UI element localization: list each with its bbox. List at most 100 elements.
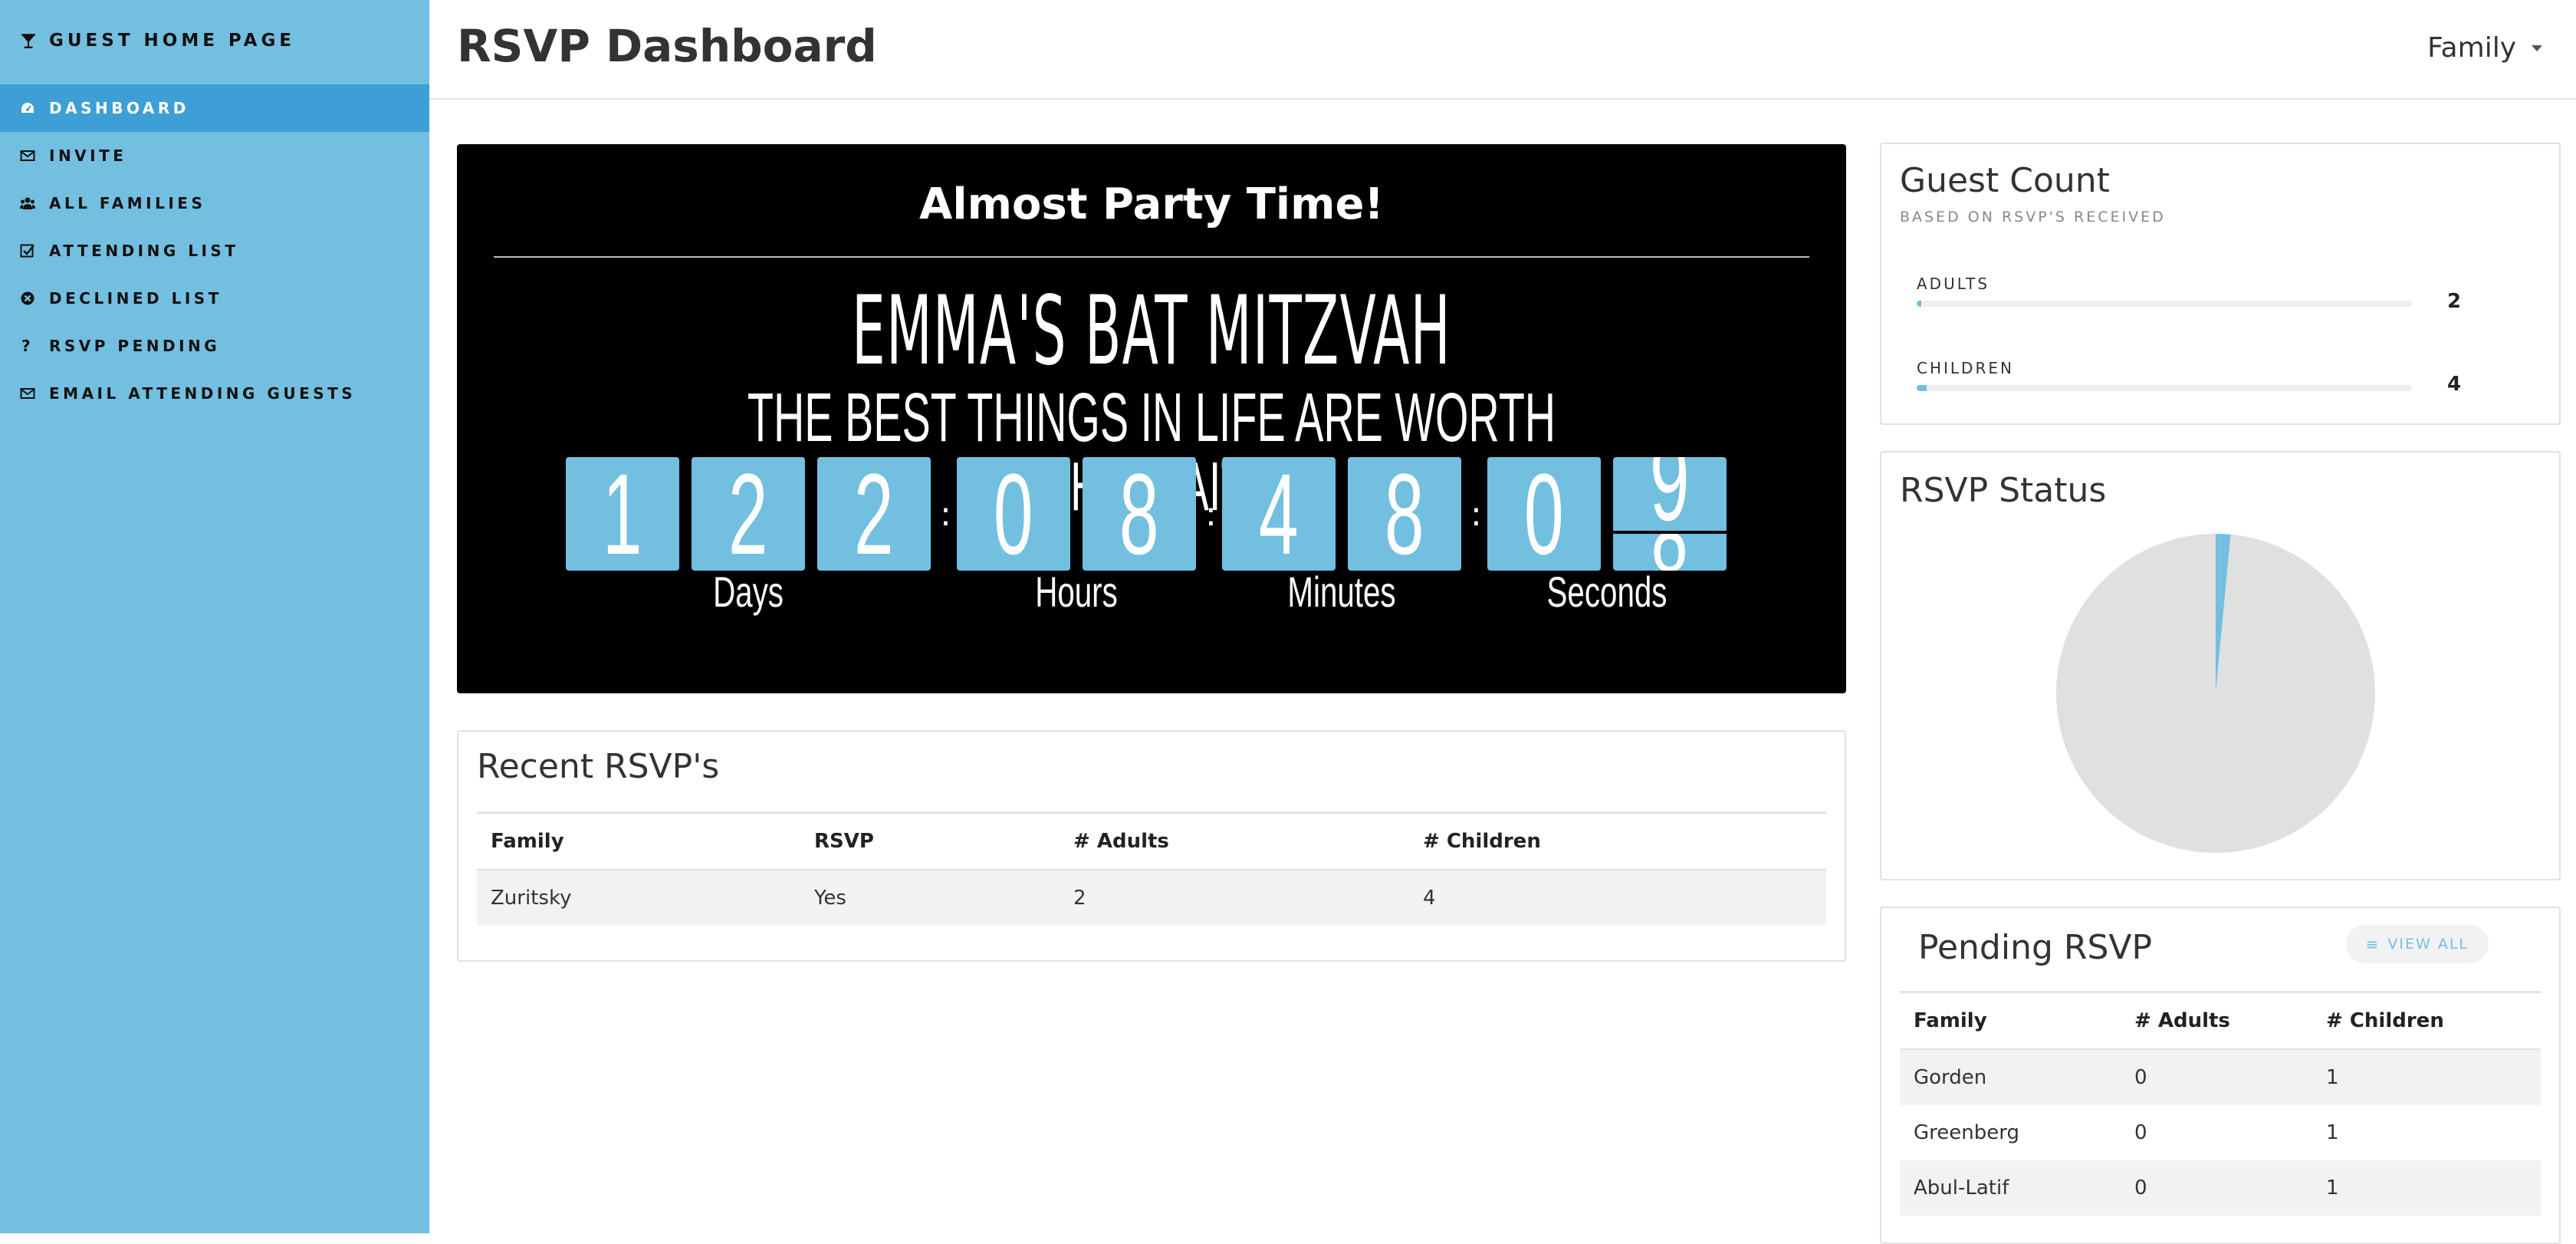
pending-rsvp-panel: Pending RSVP ≡ View All Family # Adults … — [1880, 907, 2561, 1244]
event-title: EMMA'S BAT MITZVAH — [852, 276, 1451, 387]
guest-count-children-value: 4 — [2447, 373, 2462, 396]
envelope-icon — [20, 150, 35, 161]
cocktail-icon — [21, 34, 36, 48]
progress-fill — [1917, 385, 1927, 391]
table-cell: 0 — [2134, 1121, 2147, 1144]
countdown-digit: 4 — [1222, 457, 1336, 571]
view-all-label: View All — [2387, 936, 2469, 953]
countdown-heading: Almost Party Time! — [919, 179, 1384, 229]
sidebar-item-declined-list[interactable]: Declined List — [0, 275, 429, 322]
flip-bottom: 8 — [1613, 534, 1727, 571]
guest-count-panel: Guest Count Based on RSVP's received Adu… — [1880, 143, 2561, 425]
countdown-digit-flipping: 9 8 — [1613, 457, 1727, 571]
sidebar-brand-label: Guest Home Page — [49, 31, 296, 51]
countdown-separator: : — [1470, 495, 1482, 534]
times-circle-icon — [21, 291, 34, 305]
table-row[interactable]: Gorden 0 1 — [1900, 1049, 2541, 1105]
table-cell: Gorden — [1914, 1066, 1987, 1089]
users-icon — [20, 197, 35, 209]
pending-rsvp-title: Pending RSVP — [1918, 928, 2153, 967]
table-cell: 1 — [2326, 1066, 2339, 1089]
guest-count-children-label: Children — [1917, 359, 2014, 377]
table-header-row: Family RSVP # Adults # Children — [477, 812, 1826, 870]
countdown-digit: 0 — [957, 457, 1070, 571]
table-row[interactable]: Greenberg 0 1 — [1900, 1105, 2541, 1160]
sidebar-item-label: All Families — [49, 194, 206, 212]
view-all-button[interactable]: ≡ View All — [2345, 925, 2489, 963]
countdown-label-days: Days — [713, 568, 784, 616]
table-cell: 4 — [1423, 887, 1436, 910]
table-row[interactable]: Zuritsky Yes 2 4 — [477, 870, 1826, 926]
pie-slice-1[interactable] — [2056, 534, 2375, 853]
rsvp-status-pie-chart — [2056, 534, 2375, 853]
recent-rsvps-title: Recent RSVP's — [477, 747, 720, 786]
progress-fill — [1917, 301, 1922, 307]
countdown-label-hours: Hours — [1035, 568, 1118, 616]
sidebar-item-label: Invite — [49, 146, 127, 165]
table-cell: Greenberg — [1914, 1121, 2019, 1144]
column-header[interactable]: # Children — [1409, 813, 1826, 870]
sidebar-item-dashboard[interactable]: Dashboard — [0, 84, 429, 132]
countdown-label-seconds: Seconds — [1546, 568, 1668, 616]
user-menu-label: Family — [2427, 32, 2516, 64]
guest-count-subtitle: Based on RSVP's received — [1900, 209, 2166, 225]
sidebar-item-label: Dashboard — [49, 99, 189, 117]
sidebar-item-label: RSVP Pending — [49, 337, 221, 355]
countdown-digit: 8 — [1348, 457, 1461, 571]
countdown-digit: 0 — [1487, 457, 1601, 571]
sidebar: Guest Home Page Dashboard Invite — [0, 0, 429, 1233]
countdown-digit: 2 — [817, 457, 931, 571]
sidebar-item-rsvp-pending[interactable]: ? RSVP Pending — [0, 322, 429, 370]
countdown-digit: 1 — [566, 457, 679, 571]
question-icon: ? — [21, 337, 34, 355]
sidebar-item-all-families[interactable]: All Families — [0, 179, 429, 227]
countdown-digit: 2 — [692, 457, 805, 571]
sidebar-item-label: Email Attending Guests — [49, 384, 356, 403]
table-cell: 1 — [2326, 1121, 2339, 1144]
table-row[interactable]: Abul-Latif 0 1 — [1900, 1160, 2541, 1216]
table-cell: Abul-Latif — [1914, 1177, 2009, 1200]
recent-rsvps-panel: Recent RSVP's Family RSVP # Adults # Chi… — [457, 730, 1846, 962]
sidebar-item-label: Declined List — [49, 289, 222, 308]
column-header[interactable]: RSVP — [800, 813, 1060, 870]
rsvp-status-title: RSVP Status — [1900, 471, 2107, 510]
column-header[interactable]: # Adults — [1060, 813, 1409, 870]
page-title: RSVP Dashboard — [457, 20, 877, 72]
sidebar-item-label: Attending List — [49, 242, 239, 260]
list-icon: ≡ — [2365, 935, 2380, 953]
pending-rsvp-table: Family # Adults # Children Gorden 0 1 Gr… — [1900, 991, 2541, 1216]
column-header[interactable]: Family — [1900, 992, 2121, 1050]
column-header[interactable]: # Adults — [2121, 992, 2312, 1050]
countdown-separator: : — [940, 495, 951, 534]
table-cell: 2 — [1073, 887, 1086, 910]
table-cell: Zuritsky — [491, 887, 572, 910]
sidebar-item-attending-list[interactable]: Attending List — [0, 227, 429, 275]
check-square-icon — [20, 244, 34, 258]
guest-count-title: Guest Count — [1900, 161, 2110, 200]
children-progress-bar — [1917, 385, 2412, 391]
sidebar-menu: Dashboard Invite All Families — [0, 84, 429, 417]
guest-count-adults-value: 2 — [2447, 290, 2462, 313]
column-header[interactable]: Family — [477, 813, 800, 870]
countdown-digit: 8 — [1083, 457, 1196, 571]
caret-down-icon — [2532, 44, 2542, 51]
countdown-separator: : — [1205, 495, 1217, 534]
table-cell: Yes — [814, 887, 846, 910]
column-header[interactable]: # Children — [2312, 992, 2541, 1050]
sidebar-item-invite[interactable]: Invite — [0, 132, 429, 179]
user-menu-dropdown[interactable]: Family — [2427, 32, 2542, 64]
guest-count-adults-label: Adults — [1917, 275, 1990, 293]
countdown-divider — [494, 256, 1809, 258]
sidebar-item-email-attending-guests[interactable]: Email Attending Guests — [0, 370, 429, 417]
flip-top: 9 — [1613, 457, 1727, 531]
rsvp-status-panel: RSVP Status — [1880, 451, 2561, 880]
table-header-row: Family # Adults # Children — [1900, 992, 2541, 1050]
envelope-icon — [20, 388, 35, 399]
sidebar-brand[interactable]: Guest Home Page — [20, 28, 295, 54]
table-cell: 0 — [2134, 1177, 2147, 1200]
countdown-label-minutes: Minutes — [1287, 568, 1396, 616]
recent-rsvps-table: Family RSVP # Adults # Children Zuritsky… — [477, 811, 1826, 926]
table-cell: 0 — [2134, 1066, 2147, 1089]
adults-progress-bar — [1917, 301, 2412, 307]
countdown-panel: Almost Party Time! EMMA'S BAT MITZVAH TH… — [457, 144, 1846, 693]
